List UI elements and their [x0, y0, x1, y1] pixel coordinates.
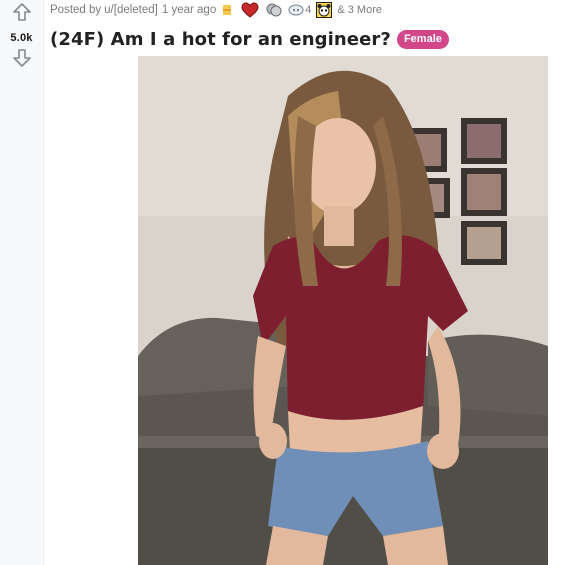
photo-illustration — [138, 56, 548, 565]
more-awards-link[interactable]: & 3 More — [337, 4, 382, 16]
vote-count: 5.0k — [10, 32, 33, 44]
hugs-award-icon[interactable] — [266, 2, 282, 18]
heart-award-icon[interactable] — [241, 2, 259, 18]
arrow-down-icon — [12, 48, 32, 73]
downvote-button[interactable] — [10, 48, 34, 72]
upvote-button[interactable] — [10, 2, 34, 26]
award-count: 4 — [305, 4, 312, 16]
arrow-up-icon — [12, 2, 32, 27]
flair-badge[interactable]: Female — [396, 29, 449, 49]
post-title-row: (24F) Am I a hot for an engineer? Female — [50, 26, 580, 52]
panda-award-icon[interactable] — [316, 2, 333, 18]
post-title[interactable]: (24F) Am I a hot for an engineer? — [50, 29, 391, 50]
post-meta: Posted by u/[deleted] 1 year ago 4 & 3 M… — [50, 0, 580, 20]
username-link[interactable]: u/[deleted] — [104, 4, 158, 16]
post: Posted by u/[deleted] 1 year ago 4 & 3 M… — [50, 0, 580, 52]
post-image[interactable] — [138, 56, 548, 565]
posted-by-label: Posted by — [50, 4, 102, 16]
vote-column: 5.0k — [0, 0, 44, 565]
post-time[interactable]: 1 year ago — [162, 4, 216, 16]
wholesome-award-icon[interactable]: 4 — [288, 4, 311, 16]
gold-award-icon[interactable] — [222, 4, 232, 16]
